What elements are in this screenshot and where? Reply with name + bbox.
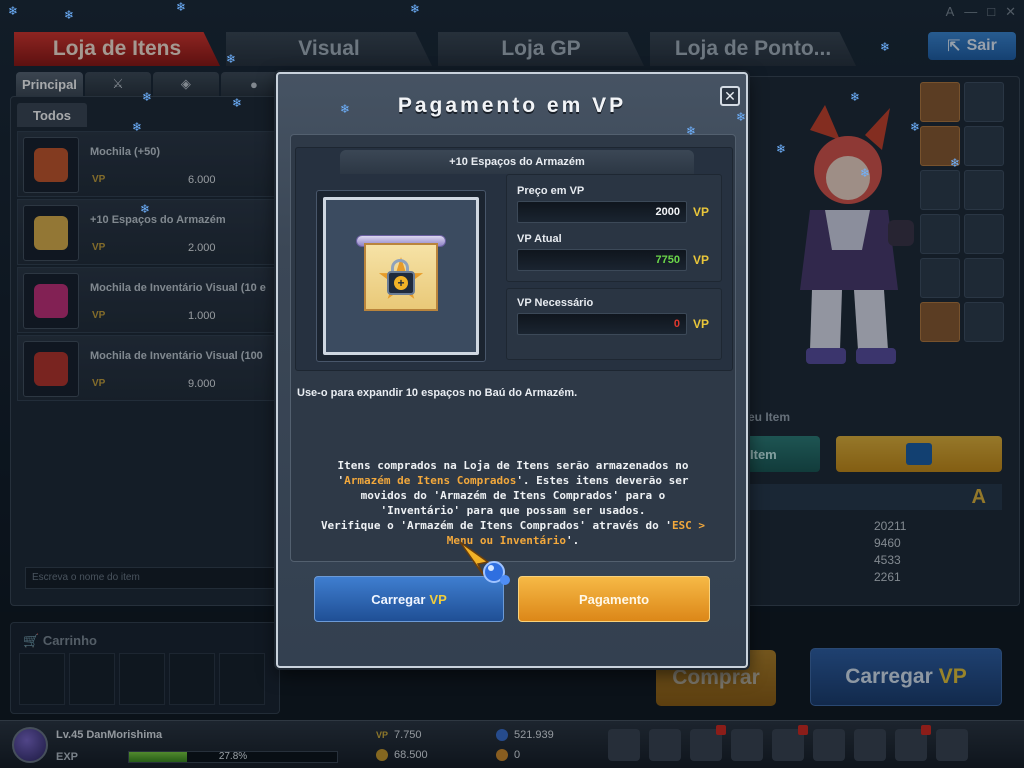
snowflake-icon: ❄ xyxy=(880,40,891,54)
item-title: +10 Espaços do Armazém xyxy=(340,150,694,174)
item-detail-box: +10 Espaços do Armazém + Preço em VP 200… xyxy=(295,147,733,371)
scroll-lock-icon: + xyxy=(356,233,446,319)
needed-vp-value: 0 xyxy=(517,313,687,335)
pay-button[interactable]: Pagamento xyxy=(518,576,710,622)
snowflake-icon: ❄ xyxy=(64,8,75,22)
snowflake-icon: ❄ xyxy=(860,166,871,180)
needed-box: VP Necessário 0 VP xyxy=(506,288,722,360)
close-dialog-button[interactable]: ✕ xyxy=(720,86,740,106)
snowflake-icon: ❄ xyxy=(410,2,421,16)
snowflake-icon: ❄ xyxy=(736,110,747,124)
storage-notice: Itens comprados na Loja de Itens serão a… xyxy=(320,459,706,547)
snowflake-icon: ❄ xyxy=(132,120,143,134)
snowflake-icon: ❄ xyxy=(140,202,151,216)
snowflake-icon: ❄ xyxy=(8,4,19,18)
dialog-content: +10 Espaços do Armazém + Preço em VP 200… xyxy=(290,134,736,562)
snowflake-icon: ❄ xyxy=(950,156,961,170)
snowflake-icon: ❄ xyxy=(340,102,351,116)
snowflake-icon: ❄ xyxy=(910,120,921,134)
snowflake-icon: ❄ xyxy=(232,96,243,110)
charge-label: Carregar xyxy=(371,591,426,607)
snowflake-icon: ❄ xyxy=(686,124,697,138)
price-box: Preço em VP 2000 VP VP Atual 7750 VP xyxy=(506,174,722,282)
needed-vp-label: VP Necessário xyxy=(517,297,594,309)
close-icon: ✕ xyxy=(724,88,736,104)
snowflake-icon: ❄ xyxy=(776,142,787,156)
snowflake-icon: ❄ xyxy=(142,90,153,104)
cursor-icon xyxy=(459,541,510,585)
item-description: Use-o para expandir 10 espaços no Baú do… xyxy=(297,387,578,399)
price-label: Preço em VP xyxy=(517,185,585,197)
current-vp-label: VP Atual xyxy=(517,233,562,245)
current-vp-value: 7750 xyxy=(517,249,687,271)
item-image: + xyxy=(323,197,479,355)
shop-screen: A — □ ✕ Loja de Itens Visual Loja GP Loj… xyxy=(0,0,1024,768)
snowflake-icon: ❄ xyxy=(176,0,187,14)
item-image-frame: + xyxy=(316,190,486,362)
charge-vp-label: VP xyxy=(429,591,447,607)
snowflake-icon: ❄ xyxy=(226,52,237,66)
snowflake-icon: ❄ xyxy=(850,90,861,104)
price-value: 2000 xyxy=(517,201,687,223)
needed-vp-unit: VP xyxy=(693,317,710,331)
current-vp-unit: VP xyxy=(693,253,710,267)
price-unit: VP xyxy=(693,205,710,219)
